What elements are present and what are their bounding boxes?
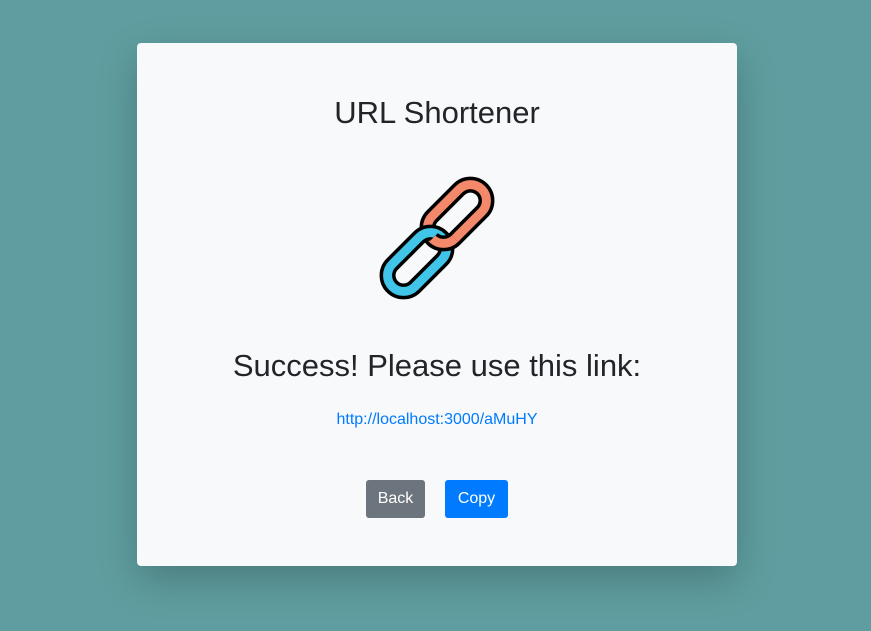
back-button[interactable]: Back (366, 480, 425, 518)
shortener-card: URL Shortener Success! Please use this l… (137, 43, 737, 566)
page-title: URL Shortener (334, 95, 540, 130)
link-chain-icon (372, 173, 502, 303)
success-message: Success! Please use this link: (232, 348, 642, 383)
short-url-link[interactable]: http://localhost:3000/aMuHY (336, 411, 537, 428)
short-link-container: http://localhost:3000/aMuHY (137, 409, 737, 431)
copy-button[interactable]: Copy (445, 480, 508, 518)
